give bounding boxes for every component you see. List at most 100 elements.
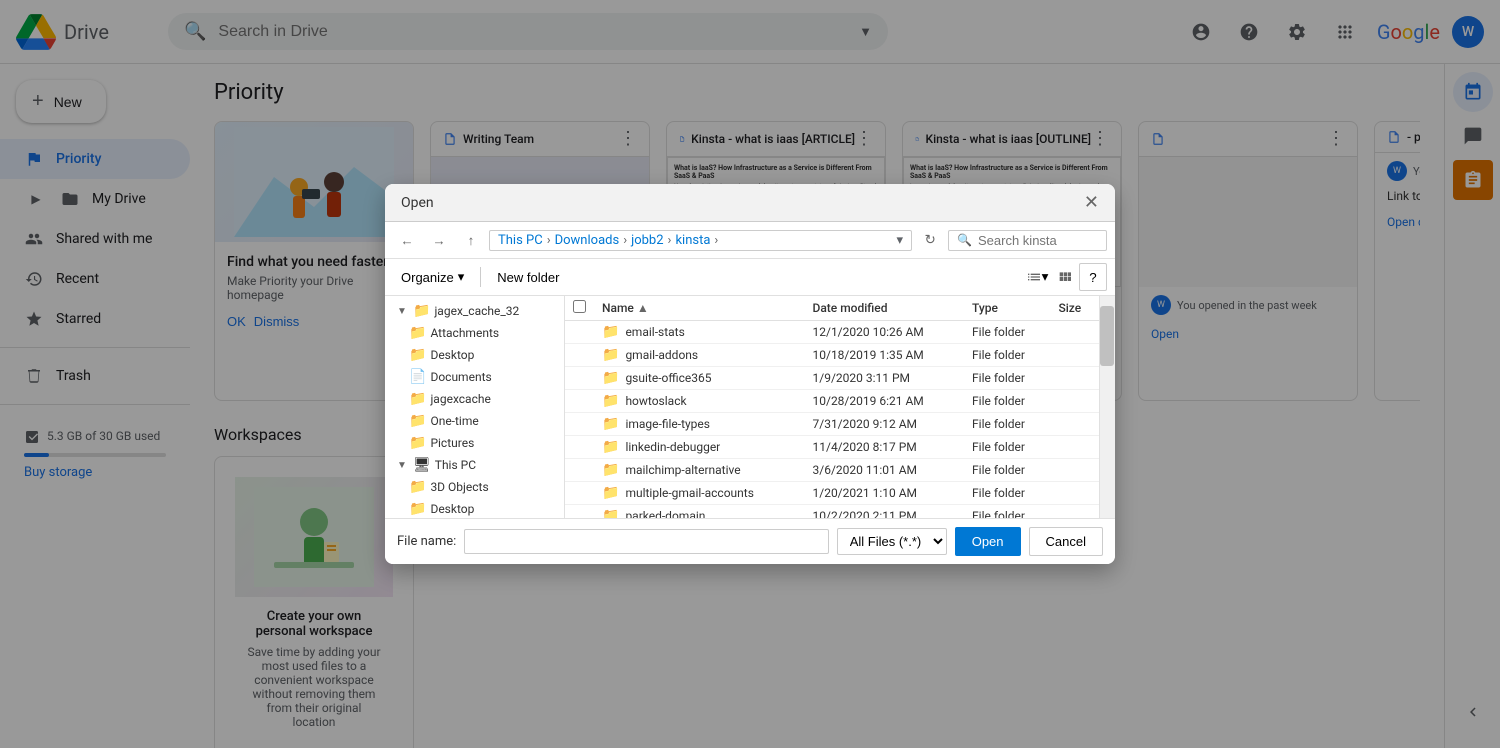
row-type-cell: File folder	[964, 482, 1050, 505]
file-folder-icon: 📁	[602, 462, 619, 478]
dialog-body: ▼ 📁 jagex_cache_32 📁 Attachments 📁 Deskt…	[385, 296, 1115, 518]
row-size-cell	[1050, 505, 1099, 519]
tree-item-this-pc[interactable]: ▼ 🖥 This PC	[385, 454, 564, 476]
tree-label-attachments: Attachments	[430, 326, 499, 340]
row-date-cell: 11/4/2020 8:17 PM	[805, 436, 965, 459]
breadcrumb-bar: This PC › Downloads › jobb2 › kinsta › ▾	[489, 230, 912, 251]
file-name: howtoslack	[625, 394, 686, 408]
dialog-files: Name ▲ Date modified Type Size	[565, 296, 1099, 518]
tree-label-desktop-2: Desktop	[430, 502, 474, 516]
tree-item-one-time[interactable]: 📁 One-time	[385, 410, 564, 432]
row-check-cell	[565, 344, 594, 367]
dialog-cancel-button[interactable]: Cancel	[1029, 527, 1103, 556]
file-name: email-stats	[625, 325, 684, 339]
row-check-cell	[565, 390, 594, 413]
nav-search-input[interactable]	[978, 233, 1098, 248]
breadcrumb-sep-3: ›	[668, 233, 672, 248]
table-row[interactable]: 📁 gsuite-office365 1/9/2020 3:11 PM File…	[565, 367, 1099, 390]
row-check-cell	[565, 459, 594, 482]
toolbar-separator	[480, 267, 481, 287]
view-icons-button[interactable]	[1051, 263, 1079, 291]
col-type-label: Type	[972, 301, 998, 315]
folder-icon-jagex: 📁	[413, 303, 430, 319]
dialog-open-button[interactable]: Open	[955, 527, 1021, 556]
folder-icon-pictures: 📁	[409, 435, 426, 451]
file-name: image-file-types	[625, 417, 710, 431]
table-row[interactable]: 📁 gmail-addons 10/18/2019 1:35 AM File f…	[565, 344, 1099, 367]
breadcrumb-kinsta[interactable]: kinsta	[675, 233, 710, 248]
tree-item-desktop-2[interactable]: 📁 Desktop	[385, 498, 564, 518]
tree-label-jagex: jagex_cache_32	[434, 304, 519, 318]
table-row[interactable]: 📁 linkedin-debugger 11/4/2020 8:17 PM Fi…	[565, 436, 1099, 459]
tree-expand-jagex: ▼	[397, 306, 409, 317]
tree-label-pictures: Pictures	[430, 436, 474, 450]
col-name[interactable]: Name ▲	[594, 296, 805, 321]
row-size-cell	[1050, 459, 1099, 482]
row-check-cell	[565, 367, 594, 390]
file-folder-icon: 📁	[602, 439, 619, 455]
col-size[interactable]: Size	[1050, 296, 1099, 321]
breadcrumb-sep-4: ›	[714, 233, 718, 248]
breadcrumb-downloads[interactable]: Downloads	[555, 233, 620, 248]
table-row[interactable]: 📁 mailchimp-alternative 3/6/2020 11:01 A…	[565, 459, 1099, 482]
organize-button[interactable]: Organize ▾	[393, 265, 472, 289]
col-name-sort-icon: ▲	[637, 301, 649, 315]
tree-item-desktop-1[interactable]: 📁 Desktop	[385, 344, 564, 366]
scrollbar-thumb[interactable]	[1100, 306, 1114, 366]
tree-expand-this-pc: ▼	[397, 460, 409, 471]
dialog-help-button[interactable]: ?	[1079, 263, 1107, 291]
col-size-label: Size	[1058, 301, 1081, 315]
breadcrumb-sep-1: ›	[547, 233, 551, 248]
tree-item-jagexcache[interactable]: 📁 jagexcache	[385, 388, 564, 410]
col-date[interactable]: Date modified	[805, 296, 965, 321]
row-type-cell: File folder	[964, 321, 1050, 344]
file-name: gsuite-office365	[625, 371, 711, 385]
select-all-checkbox[interactable]	[573, 300, 586, 313]
dialog-title: Open	[401, 195, 434, 211]
dialog-close-button[interactable]: ✕	[1084, 192, 1099, 213]
file-name: multiple-gmail-accounts	[625, 486, 753, 500]
row-size-cell	[1050, 436, 1099, 459]
row-type-cell: File folder	[964, 390, 1050, 413]
dialog-overlay: Open ✕ ← → ↑ This PC › Downloads › jobb2…	[0, 0, 1500, 748]
tree-item-jagex[interactable]: ▼ 📁 jagex_cache_32	[385, 300, 564, 322]
tree-label-jagexcache: jagexcache	[430, 392, 490, 406]
folder-icon-attachments: 📁	[409, 325, 426, 341]
nav-forward-button[interactable]: →	[425, 226, 453, 254]
scrollbar[interactable]	[1099, 296, 1115, 518]
tree-item-3d-objects[interactable]: 📁 3D Objects	[385, 476, 564, 498]
folder-icon-jagexcache: 📁	[409, 391, 426, 407]
table-row[interactable]: 📁 howtoslack 10/28/2019 6:21 AM File fol…	[565, 390, 1099, 413]
row-date-cell: 10/2/2020 2:11 PM	[805, 505, 965, 519]
row-name-cell: 📁 mailchimp-alternative	[594, 459, 805, 482]
tree-item-attachments[interactable]: 📁 Attachments	[385, 322, 564, 344]
row-name-cell: 📁 howtoslack	[594, 390, 805, 413]
table-row[interactable]: 📁 email-stats 12/1/2020 10:26 AM File fo…	[565, 321, 1099, 344]
file-type-select[interactable]: All Files (*.*)	[837, 528, 947, 555]
col-type[interactable]: Type	[964, 296, 1050, 321]
new-folder-button[interactable]: New folder	[489, 266, 567, 289]
file-name-label: File name:	[397, 534, 456, 549]
nav-refresh-button[interactable]: ↻	[916, 226, 944, 254]
file-name: gmail-addons	[625, 348, 698, 362]
row-size-cell	[1050, 413, 1099, 436]
row-type-cell: File folder	[964, 505, 1050, 519]
row-check-cell	[565, 413, 594, 436]
table-row[interactable]: 📁 multiple-gmail-accounts 1/20/2021 1:10…	[565, 482, 1099, 505]
breadcrumb-jobb2[interactable]: jobb2	[631, 233, 663, 248]
tree-item-pictures[interactable]: 📁 Pictures	[385, 432, 564, 454]
file-dialog: Open ✕ ← → ↑ This PC › Downloads › jobb2…	[385, 184, 1115, 564]
file-name-input[interactable]	[464, 529, 828, 554]
view-list-dropdown-button[interactable]: ▾	[1023, 263, 1051, 291]
breadcrumb-dropdown-icon[interactable]: ▾	[897, 233, 904, 248]
table-row[interactable]: 📁 image-file-types 7/31/2020 9:12 AM Fil…	[565, 413, 1099, 436]
nav-back-button[interactable]: ←	[393, 226, 421, 254]
row-check-cell	[565, 436, 594, 459]
table-row[interactable]: 📁 parked-domain 10/2/2020 2:11 PM File f…	[565, 505, 1099, 519]
row-name-cell: 📁 parked-domain	[594, 505, 805, 519]
tree-item-documents-1[interactable]: 📄 Documents	[385, 366, 564, 388]
row-date-cell: 1/9/2020 3:11 PM	[805, 367, 965, 390]
tree-label-3d-objects: 3D Objects	[430, 480, 488, 494]
breadcrumb-this-pc[interactable]: This PC	[498, 233, 543, 248]
nav-up-button[interactable]: ↑	[457, 226, 485, 254]
